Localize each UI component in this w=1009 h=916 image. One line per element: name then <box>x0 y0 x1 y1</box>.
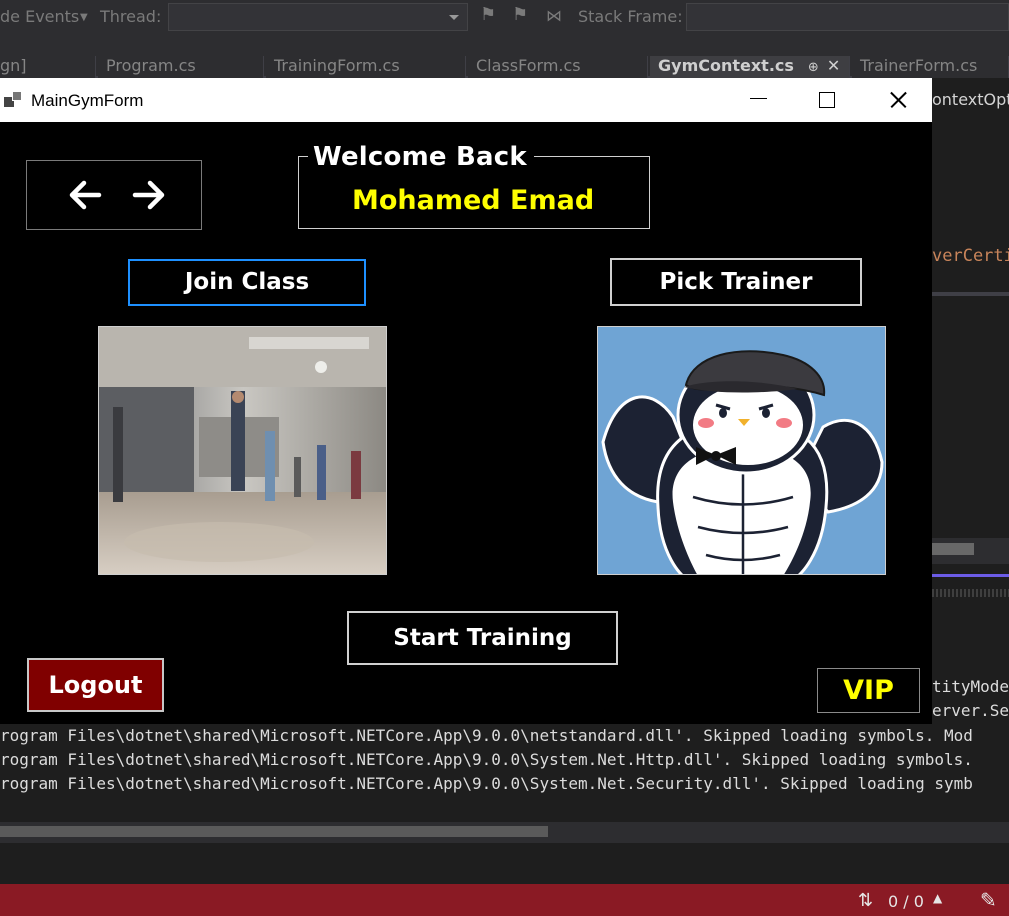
scrollbar-thumb[interactable] <box>932 543 974 555</box>
changes-count: 0 / 0 <box>888 892 924 911</box>
output-line: tityMode <box>932 677 1009 696</box>
welcome-label: Welcome Back <box>308 140 534 174</box>
status-bar: ⇅ 0 / 0 ▲ ✎ <box>0 884 1009 916</box>
editor-scrollbar[interactable] <box>932 538 1009 564</box>
thread-label: Thread: <box>100 7 162 26</box>
close-button[interactable] <box>862 78 932 122</box>
minimize-button[interactable] <box>722 78 792 122</box>
panel-grip[interactable] <box>932 589 1009 597</box>
output-line: rogram Files\dotnet\shared\Microsoft.NET… <box>0 750 973 769</box>
window-title: MainGymForm <box>31 91 144 110</box>
tab-label: TrainerForm.cs <box>860 56 978 75</box>
user-name: Mohamed Emad <box>352 185 595 216</box>
tab-gym-context[interactable]: GymContext.cs ⊕ ✕ <box>650 56 850 80</box>
tab-label: Program.cs <box>106 56 196 75</box>
output-scrollbar[interactable] <box>0 822 1009 842</box>
tab-label: GymContext.cs <box>658 56 794 75</box>
sort-arrows-icon[interactable]: ⇅ <box>858 890 873 911</box>
flag-icon[interactable]: ⚑ <box>480 4 496 25</box>
events-label: de Events <box>0 7 80 26</box>
tab-label: ClassForm.cs <box>476 56 581 75</box>
start-training-button[interactable]: Start Training <box>347 611 618 665</box>
ide-bottom-area <box>0 842 1009 884</box>
app-icon <box>4 91 22 107</box>
tab-designer[interactable]: gn] <box>0 56 96 80</box>
tab-label: gn] <box>0 56 27 75</box>
pencil-icon[interactable]: ✎ <box>980 888 997 912</box>
logout-button[interactable]: Logout <box>27 658 164 712</box>
title-bar[interactable]: MainGymForm <box>0 78 932 122</box>
main-gym-form-window: MainGymForm Welcome Back Mohamed Emad Jo… <box>0 78 932 724</box>
tab-training-form[interactable]: TrainingForm.cs <box>266 56 466 80</box>
gym-class-image <box>98 326 387 575</box>
chevron-down-icon <box>449 15 459 20</box>
editor-divider <box>932 292 1009 296</box>
trainer-image <box>597 326 886 575</box>
scrollbar-thumb[interactable] <box>0 826 548 837</box>
pin-icon[interactable]: ⊕ <box>808 60 819 75</box>
stack-icon[interactable]: ⋈ <box>546 6 562 25</box>
pick-trainer-button[interactable]: Pick Trainer <box>610 258 862 306</box>
panel-accent-line <box>932 574 1009 577</box>
output-line: erver.Se <box>932 701 1009 720</box>
output-line: rogram Files\dotnet\shared\Microsoft.NET… <box>0 774 973 793</box>
ide-tab-bar: gn] Program.cs TrainingForm.cs ClassForm… <box>0 34 1009 80</box>
vip-button[interactable]: VIP <box>817 668 920 713</box>
code-text-context-options: ontextOpti <box>932 90 1009 109</box>
output-line: rogram Files\dotnet\shared\Microsoft.NET… <box>0 726 973 745</box>
tab-program[interactable]: Program.cs <box>98 56 264 80</box>
navigation-group <box>26 160 202 230</box>
up-arrow-icon[interactable]: ▲ <box>933 891 942 905</box>
close-icon[interactable]: ✕ <box>827 56 840 75</box>
maximize-button[interactable] <box>792 78 862 122</box>
tab-trainer-form[interactable]: TrainerForm.cs <box>852 56 1009 80</box>
arrow-left-icon[interactable] <box>65 177 105 213</box>
code-text-server-cert: verCerti <box>932 246 1009 266</box>
arrow-right-icon[interactable] <box>129 177 169 213</box>
stack-frame-select[interactable] <box>686 3 1009 31</box>
events-dropdown-icon[interactable]: ▼ <box>80 12 88 23</box>
join-class-button[interactable]: Join Class <box>128 259 366 306</box>
tab-label: TrainingForm.cs <box>274 56 400 75</box>
tab-class-form[interactable]: ClassForm.cs <box>468 56 648 80</box>
flag-threads-icon[interactable]: ⚑ <box>512 4 528 25</box>
stack-frame-label: Stack Frame: <box>578 7 683 26</box>
thread-select[interactable] <box>168 3 468 31</box>
